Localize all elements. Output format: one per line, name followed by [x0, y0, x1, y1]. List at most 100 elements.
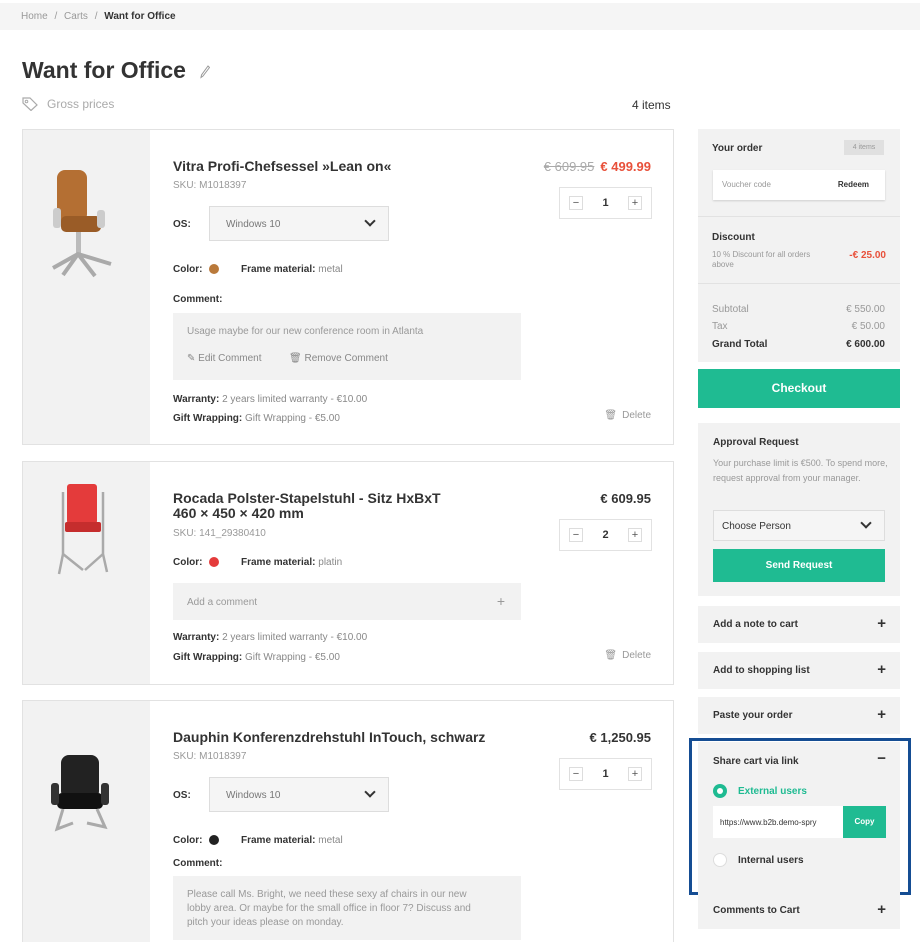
chevron-down-icon — [860, 517, 872, 529]
plus-icon: + — [877, 901, 886, 918]
product-sku: SKU: 141_29380410 — [173, 528, 266, 539]
paste-order-accordion[interactable]: Paste your order + — [698, 697, 900, 734]
decrement-button[interactable]: − — [569, 767, 583, 781]
os-select-value: Windows 10 — [226, 790, 281, 801]
plus-icon[interactable]: + — [497, 593, 505, 609]
increment-button[interactable]: + — [628, 767, 642, 781]
increment-button[interactable]: + — [628, 528, 642, 542]
send-request-button[interactable]: Send Request — [713, 549, 885, 582]
chevron-down-icon — [364, 786, 376, 798]
os-select[interactable]: Windows 10 — [209, 777, 389, 812]
product-name-line-2: 460 × 450 × 420 mm — [173, 505, 304, 521]
product-image — [23, 462, 150, 684]
quantity-stepper[interactable]: − 1 + — [559, 187, 652, 219]
decrement-button[interactable]: − — [569, 196, 583, 210]
comment-label: Comment: — [173, 858, 223, 869]
add-note-label: Add a note to cart — [713, 619, 799, 630]
product-name[interactable]: Dauphin Konferenzdrehstuhl InTouch, schw… — [173, 730, 485, 745]
discount-description: 10 % Discount for all orders above — [712, 250, 811, 269]
cart-item: Rocada Polster-Stapelstuhl - Sitz HxBxT … — [22, 461, 674, 685]
sale-price: € 499.99 — [600, 159, 651, 174]
decrement-button[interactable]: − — [569, 528, 583, 542]
color-label: Color: — [173, 264, 203, 275]
quantity-stepper[interactable]: − 2 + — [559, 519, 652, 551]
breadcrumb-carts[interactable]: Carts — [64, 11, 88, 22]
product-sku: SKU: M1018397 — [173, 751, 247, 762]
warranty-label: Warranty: — [173, 632, 220, 643]
warranty-label: Warranty: — [173, 394, 220, 405]
add-note-accordion[interactable]: Add a note to cart + — [698, 606, 900, 643]
checkout-button[interactable]: Checkout — [698, 369, 900, 408]
grand-total-label: Grand Total — [712, 339, 768, 350]
voucher-input[interactable]: Voucher code Redeem — [713, 170, 885, 200]
comment-text: Please call Ms. Bright, we need these se… — [187, 889, 471, 928]
original-price: € 609.95 — [543, 159, 595, 174]
plus-icon: + — [877, 661, 886, 678]
divider — [698, 216, 900, 217]
frame-material: Frame material: metal — [241, 835, 343, 846]
pencil-icon[interactable] — [200, 65, 210, 79]
order-summary: Your order 4 items Discount 10 % Discoun… — [698, 129, 900, 362]
delete-label: Delete — [622, 410, 651, 421]
os-label: OS: — [173, 790, 191, 801]
color-label: Color: — [173, 557, 203, 568]
add-comment-box[interactable]: Add a comment + — [173, 583, 521, 620]
comment-label: Comment: — [173, 294, 223, 305]
add-to-shopping-list-accordion[interactable]: Add to shopping list + — [698, 652, 900, 689]
cart-item: Dauphin Konferenzdrehstuhl InTouch, schw… — [22, 700, 674, 942]
pencil-icon: ✎ — [187, 353, 199, 364]
approval-request-panel: Approval Request Your purchase limit is … — [698, 423, 900, 596]
warranty: Warranty: 2 years limited warranty - €10… — [173, 632, 367, 643]
quantity-stepper[interactable]: − 1 + — [559, 758, 652, 790]
office-chair-icon — [52, 170, 112, 278]
frame-material: Frame material: platin — [241, 557, 342, 568]
page-title: Want for Office — [22, 57, 186, 83]
trash-icon: 🗑 — [604, 410, 618, 421]
plus-icon: + — [877, 706, 886, 723]
increment-button[interactable]: + — [628, 196, 642, 210]
frame-material-label: Frame material: — [241, 264, 316, 275]
choose-person-select[interactable]: Choose Person — [713, 510, 885, 541]
os-select[interactable]: Windows 10 — [209, 206, 389, 241]
warranty-value: 2 years limited warranty - €10.00 — [222, 632, 368, 643]
product-price: € 1,250.95 — [589, 730, 651, 745]
trash-icon: 🗑 — [604, 650, 618, 661]
redeem-button[interactable]: Redeem — [838, 180, 869, 189]
frame-material-label: Frame material: — [241, 835, 316, 846]
breadcrumb-separator: / — [54, 11, 58, 22]
quantity-value[interactable]: 1 — [602, 768, 608, 780]
comments-to-cart-accordion[interactable]: Comments to Cart + — [698, 892, 900, 929]
quantity-value[interactable]: 1 — [602, 197, 608, 209]
breadcrumb-separator: / — [94, 11, 98, 22]
gift-wrapping-label: Gift Wrapping: — [173, 652, 243, 663]
edit-comment-button[interactable]: ✎ Edit Comment — [187, 353, 262, 364]
cart-item-count: 4 items — [632, 98, 671, 112]
product-name[interactable]: Rocada Polster-Stapelstuhl - Sitz HxBxT … — [173, 491, 441, 521]
discount-value: -€ 25.00 — [849, 250, 886, 261]
trash-icon: 🗑 — [289, 353, 305, 364]
breadcrumb-home[interactable]: Home — [21, 11, 48, 22]
gift-wrapping-label: Gift Wrapping: — [173, 413, 243, 424]
frame-material-value: metal — [318, 835, 343, 846]
quantity-value[interactable]: 2 — [602, 529, 608, 541]
product-price: € 609.95 € 499.99 — [544, 159, 651, 174]
comments-to-cart-label: Comments to Cart — [713, 905, 800, 916]
paste-order-label: Paste your order — [713, 710, 793, 721]
stacking-chair-icon — [57, 484, 109, 575]
comment-box: Usage maybe for our new conference room … — [173, 313, 521, 380]
breadcrumb-current: Want for Office — [104, 11, 176, 22]
product-name[interactable]: Vitra Profi-Chefsessel »Lean on« — [173, 159, 391, 174]
frame-material: Frame material: metal — [241, 264, 343, 275]
conference-chair-icon — [51, 755, 109, 832]
remove-comment-button[interactable]: 🗑 Remove Comment — [289, 353, 388, 364]
cart-item: Vitra Profi-Chefsessel »Lean on« SKU: M1… — [22, 129, 674, 445]
share-cart-highlight — [689, 738, 911, 895]
color-swatch — [209, 557, 219, 567]
approval-description: Your purchase limit is €500. To spend mo… — [713, 458, 888, 483]
delete-button[interactable]: 🗑 Delete — [604, 410, 651, 421]
delete-button[interactable]: 🗑 Delete — [604, 650, 651, 661]
tax-label: Tax — [712, 321, 728, 332]
gift-wrapping: Gift Wrapping: Gift Wrapping - €5.00 — [173, 413, 340, 424]
color-swatch — [209, 264, 219, 274]
grand-total-value: € 600.00 — [846, 339, 885, 350]
